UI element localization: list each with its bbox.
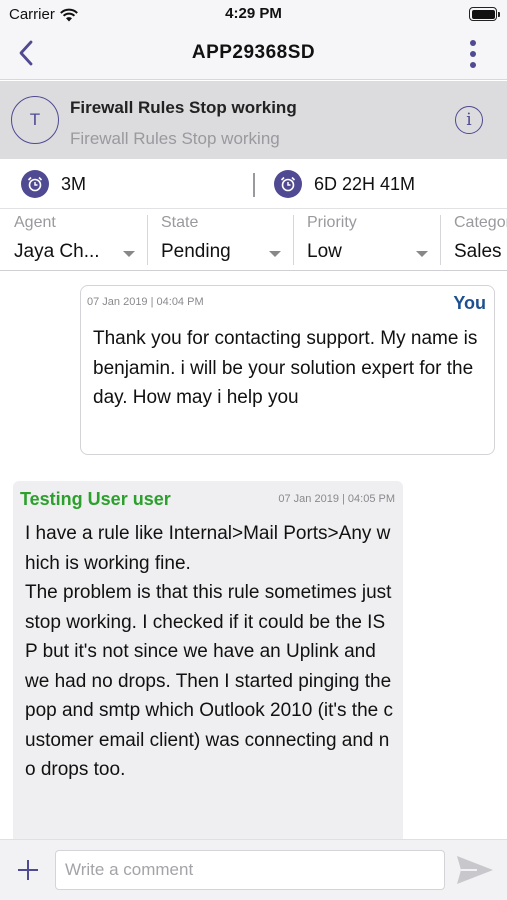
battery-icon — [469, 7, 500, 21]
category-dropdown[interactable]: Category Sales — [454, 209, 507, 270]
chevron-down-icon — [123, 251, 135, 257]
priority-value: Low — [307, 241, 342, 262]
response-timer: 3M — [21, 170, 86, 198]
navigation-bar: APP29368SD — [0, 28, 507, 80]
message-paragraph: I have a rule like Internal>Mail Ports>A… — [25, 523, 391, 574]
chevron-down-icon — [416, 251, 428, 257]
message-text: Thank you for contacting support. My nam… — [93, 328, 478, 408]
comment-input[interactable] — [55, 850, 445, 890]
timer-divider — [253, 173, 255, 197]
status-bar: Carrier 4:29 PM — [0, 0, 507, 28]
ticket-fields: Agent Jaya Ch... State Pending Priority … — [0, 209, 507, 271]
state-label: State — [161, 214, 199, 231]
sla-timers: 3M 6D 22H 41M — [0, 159, 507, 209]
category-value: Sales — [454, 241, 502, 262]
alarm-clock-icon — [21, 170, 49, 198]
ticket-subtitle: Firewall Rules Stop working — [70, 129, 280, 148]
field-divider — [440, 215, 441, 265]
resolution-timer: 6D 22H 41M — [274, 170, 415, 198]
add-attachment-button[interactable] — [16, 858, 40, 882]
send-icon[interactable] — [455, 854, 495, 886]
back-button[interactable] — [12, 38, 40, 68]
conversation-thread[interactable]: 07 Jan 2019 | 04:04 PM You Thank you for… — [0, 271, 507, 839]
avatar: T — [11, 96, 59, 144]
message-timestamp: 07 Jan 2019 | 04:05 PM — [278, 493, 395, 505]
ticket-header: T Firewall Rules Stop working Firewall R… — [0, 81, 507, 159]
comment-composer — [0, 839, 507, 900]
info-icon[interactable]: i — [455, 106, 483, 134]
agent-dropdown[interactable]: Agent Jaya Ch... — [14, 209, 140, 270]
priority-label: Priority — [307, 214, 357, 231]
field-divider — [147, 215, 148, 265]
chevron-left-icon — [19, 40, 33, 66]
resolution-timer-value: 6D 22H 41M — [314, 173, 416, 194]
field-divider — [293, 215, 294, 265]
message-author: Testing User user — [20, 489, 171, 509]
customer-message: Testing User user 07 Jan 2019 | 04:05 PM… — [13, 481, 403, 839]
category-label: Category — [454, 214, 507, 231]
chevron-down-icon — [269, 251, 281, 257]
response-timer-value: 3M — [61, 173, 87, 194]
ticket-id-title: APP29368SD — [191, 42, 316, 63]
more-options-button[interactable] — [467, 38, 479, 70]
status-time: 4:29 PM — [225, 5, 282, 22]
message-author: You — [453, 293, 486, 313]
priority-dropdown[interactable]: Priority Low — [307, 209, 433, 270]
agent-label: Agent — [14, 214, 56, 231]
message-timestamp: 07 Jan 2019 | 04:04 PM — [87, 296, 204, 308]
alarm-clock-icon — [274, 170, 302, 198]
more-vertical-icon — [470, 40, 476, 46]
state-value: Pending — [161, 241, 231, 262]
message-paragraph: The problem is that this rule sometimes … — [25, 582, 393, 780]
agent-message: 07 Jan 2019 | 04:04 PM You Thank you for… — [80, 285, 495, 455]
agent-value: Jaya Ch... — [14, 241, 100, 262]
ticket-title: Firewall Rules Stop working — [70, 98, 297, 117]
state-dropdown[interactable]: State Pending — [161, 209, 287, 270]
message-text: I have a rule like Internal>Mail Ports>A… — [25, 519, 393, 785]
